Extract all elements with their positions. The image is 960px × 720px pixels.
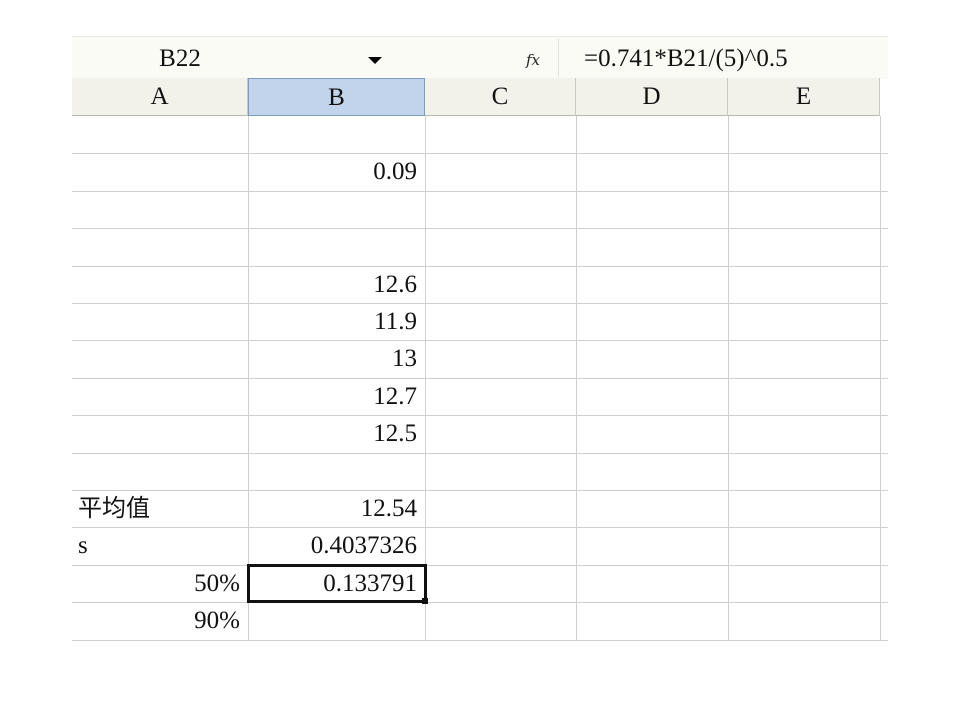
insert-function-icon[interactable]: fx — [526, 51, 540, 69]
formula-bar: B22 fx =0.741*B21/(5)^0.5 — [72, 36, 888, 79]
cell-grid: 0.09 12.6 11.9 13 12.7 12.5 平均值 12.54 s 0.4037326… — [72, 116, 888, 641]
cell-b[interactable]: 11.9 — [248, 303, 425, 340]
cell-a[interactable]: 90% — [72, 602, 248, 639]
cell-a[interactable] — [72, 191, 248, 228]
fill-handle[interactable] — [422, 598, 428, 605]
cell-a[interactable]: s — [72, 527, 248, 564]
row-gridline — [72, 639, 888, 641]
column-header-c[interactable]: C — [425, 78, 576, 116]
formula-bar-divider — [558, 39, 559, 77]
spreadsheet: B22 fx =0.741*B21/(5)^0.5 A B C D E 0.09… — [72, 36, 888, 641]
cell-b[interactable]: 12.7 — [248, 378, 425, 415]
cell-b[interactable] — [248, 116, 425, 153]
column-header-b[interactable]: B — [248, 78, 425, 116]
active-cell-border — [247, 563, 427, 604]
cell-b[interactable]: 12.5 — [248, 415, 425, 452]
cell-b[interactable]: 0.4037326 — [248, 527, 425, 564]
cell-a[interactable] — [72, 266, 248, 303]
cell-b[interactable]: 0.09 — [248, 153, 425, 190]
column-header-d[interactable]: D — [576, 78, 728, 116]
cell-a[interactable] — [72, 378, 248, 415]
cell-a[interactable] — [72, 116, 248, 153]
cell-a[interactable] — [72, 340, 248, 377]
cell-b[interactable] — [248, 191, 425, 228]
column-header-a[interactable]: A — [72, 78, 248, 116]
cell-b[interactable] — [248, 228, 425, 265]
cell-a[interactable] — [72, 303, 248, 340]
cell-b[interactable] — [248, 453, 425, 490]
cell-a[interactable] — [72, 228, 248, 265]
cell-b[interactable]: 12.6 — [248, 266, 425, 303]
cell-a[interactable]: 50% — [72, 565, 248, 602]
formula-input[interactable]: =0.741*B21/(5)^0.5 — [584, 43, 884, 75]
cell-a[interactable] — [72, 415, 248, 452]
cell-b[interactable] — [248, 602, 425, 639]
cell-a[interactable] — [72, 453, 248, 490]
cell-b[interactable]: 13 — [248, 340, 425, 377]
cell-b[interactable]: 12.54 — [248, 490, 425, 527]
name-box[interactable]: B22 — [72, 43, 288, 75]
cell-a[interactable] — [72, 153, 248, 190]
cell-a[interactable]: 平均值 — [72, 490, 248, 527]
column-header-e[interactable]: E — [728, 78, 880, 116]
name-box-dropdown-icon[interactable] — [368, 57, 382, 64]
